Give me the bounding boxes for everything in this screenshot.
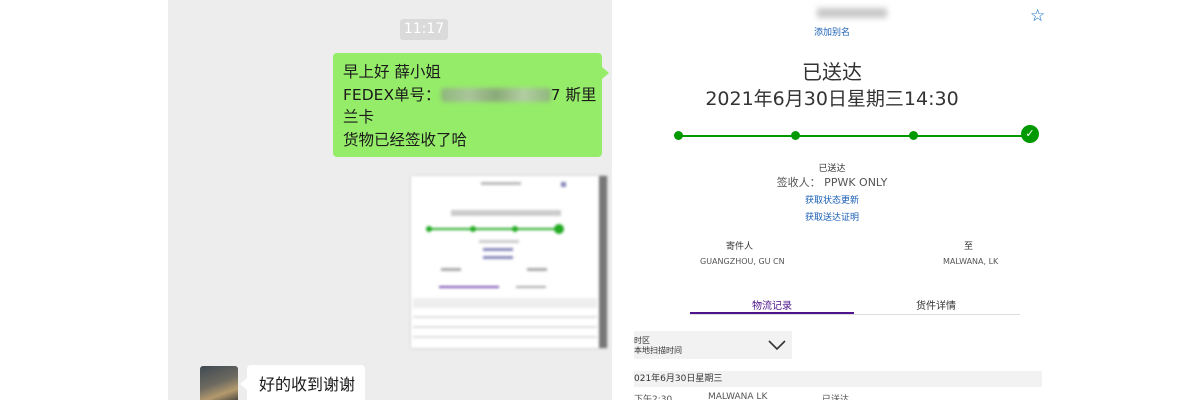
check-icon: ✓ [1021,125,1039,143]
to-value: MALWANA, LK [943,257,999,266]
incoming-message-text: 好的收到谢谢 [259,375,356,394]
from-value: GUANGZHOU, GU CN [700,257,785,266]
history-event-location: MALWANA LK [708,392,768,400]
get-status-updates-link[interactable]: 获取状态更新 [612,193,1052,206]
tracking-tabs: 物流记录 货件详情 [690,297,1020,315]
timezone-dropdown[interactable]: 时区 本地扫描时间 [634,331,792,359]
from-label: 寄件人 [726,242,754,252]
message-line-country: 兰卡 [343,108,375,126]
history-date-row: 021年6月30日星期三 [634,371,1042,387]
chat-panel: 11:17 早上好 薛小姐 FEDEX单号： 7 斯里 兰卡 货物已经签收了哈 [168,0,612,400]
message-line-greeting: 早上好 薛小姐 [343,63,441,81]
chevron-down-icon [768,340,786,351]
bubble-tail [602,67,609,79]
contact-avatar[interactable] [200,366,238,400]
get-proof-of-delivery-link[interactable]: 获取送达证明 [612,210,1052,223]
incoming-message-bubble[interactable]: 好的收到谢谢 [240,365,365,400]
tab-shipment-details[interactable]: 货件详情 [854,297,1018,312]
delivery-datetime: 2021年6月30日星期三14:30 [705,88,959,110]
progress-track [678,135,1030,137]
outgoing-message-bubble[interactable]: 早上好 薛小姐 FEDEX单号： 7 斯里 兰卡 货物已经签收了哈 [333,53,609,157]
progress-step-picked-up [674,131,683,140]
to-label: 至 [964,242,974,252]
history-event-time: 下午2:30 [634,395,673,400]
delivery-status-heading: 已送达 [802,60,862,84]
tracking-panel: ☆ 添加别名 已送达 2021年6月30日星期三14:30 ✓ 已送达 签收人：… [612,0,1200,400]
tracking-screenshot-thumbnail[interactable] [411,176,607,348]
progress-step-in-transit [791,131,800,140]
timezone-selected-value: 本地扫描时间 [634,346,682,355]
status-small-label: 已送达 [818,164,846,174]
star-icon[interactable]: ☆ [1030,6,1045,26]
screenshot-root: 11:17 早上好 薛小姐 FEDEX单号： 7 斯里 兰卡 货物已经签收了哈 [0,0,1200,400]
thumbnail-preview-graphic [413,182,597,338]
redacted-tracking-title [817,8,887,18]
redacted-tracking-number [440,88,551,102]
message-line-tracking: FEDEX单号： 7 斯里 [343,84,596,107]
history-event-status: 已送达 [822,395,850,400]
tab-shipment-history[interactable]: 物流记录 [690,297,854,314]
thumbnail-edge-shadow [599,176,607,348]
destination-text: 7 斯里 [550,85,597,104]
progress-step-out-for-delivery [909,131,918,140]
message-line-signed: 货物已经签收了哈 [343,130,468,149]
bubble-tail [240,378,247,390]
add-nickname-link[interactable]: 添加别名 [612,25,1052,38]
tracking-label: FEDEX单号： [343,85,441,104]
chat-timestamp: 11:17 [400,19,448,40]
signed-by-text: 签收人： PPWK ONLY [776,176,888,189]
